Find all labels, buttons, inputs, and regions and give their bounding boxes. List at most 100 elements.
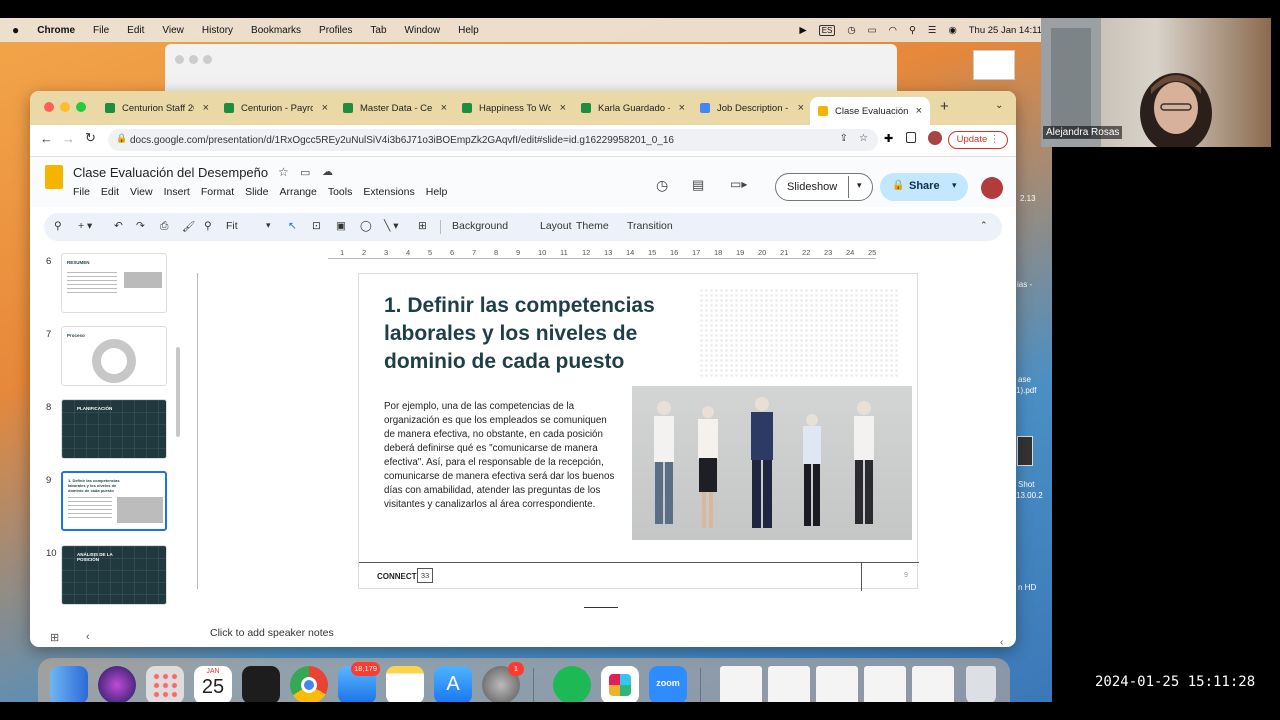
line-icon[interactable]: ╲ ▾	[384, 220, 399, 232]
zoom-window-icon[interactable]	[76, 102, 86, 112]
menu-help[interactable]: Help	[426, 186, 448, 198]
tab-close-icon[interactable]: ×	[916, 105, 922, 117]
collapse-toolbar-icon[interactable]: ⌃	[980, 220, 988, 231]
minimized-window-thumbnail[interactable]	[912, 666, 954, 702]
notes-resize-handle[interactable]	[584, 607, 618, 608]
version-history-icon[interactable]: ◷	[656, 177, 668, 194]
profile-avatar[interactable]	[928, 131, 942, 145]
theme-button[interactable]: Theme	[576, 220, 609, 232]
tab-close-icon[interactable]: ×	[679, 102, 685, 114]
tab-job-description[interactable]: Job Description - ×	[700, 97, 804, 119]
mail-icon[interactable]: 18,179	[338, 662, 380, 702]
notes-icon[interactable]	[386, 666, 424, 702]
menu-extensions[interactable]: Extensions	[363, 186, 414, 198]
image-icon[interactable]: ▣	[336, 220, 346, 232]
menubar-tab[interactable]: Tab	[370, 25, 386, 36]
bookmark-star-icon[interactable]: ☆	[859, 133, 868, 144]
spotify-icon[interactable]	[553, 666, 591, 702]
siri-icon[interactable]: ◉	[948, 25, 956, 36]
collapse-filmstrip-icon[interactable]: ‹	[86, 631, 90, 643]
update-button[interactable]: Update ⋮	[948, 131, 1008, 149]
chrome-icon[interactable]	[290, 666, 328, 702]
minimize-window-icon[interactable]	[60, 102, 70, 112]
tab-search-chevron-icon[interactable]: ⌄	[995, 100, 1003, 111]
slide-thumbnail[interactable]: Proceso	[61, 326, 167, 386]
menu-tools[interactable]: Tools	[328, 186, 353, 198]
input-source-indicator[interactable]: ES	[818, 24, 836, 36]
redo-icon[interactable]: ↷	[136, 220, 145, 232]
minimized-window-thumbnail[interactable]	[816, 666, 858, 702]
filmstrip-scrollbar[interactable]	[176, 347, 180, 437]
slide[interactable]: 1. Definir las competencias laborales y …	[358, 273, 919, 591]
menu-file[interactable]: File	[73, 186, 90, 198]
side-panel-collapse-icon[interactable]: ‹	[1000, 637, 1003, 647]
tab-master-data[interactable]: Master Data - Cer ×	[343, 97, 447, 119]
tab-centurion-payroll[interactable]: Centurion - Payro ×	[224, 97, 328, 119]
siri-icon[interactable]	[98, 666, 136, 702]
menu-insert[interactable]: Insert	[164, 186, 190, 198]
apple-icon[interactable]: ●	[12, 23, 19, 37]
back-icon[interactable]: ←	[40, 131, 53, 146]
cloud-status-icon[interactable]: ☁	[322, 165, 333, 178]
tab-happiness[interactable]: Happiness To Wo ×	[462, 97, 566, 119]
slide-thumbnail-selected[interactable]: 1. Definir las competencias laborales y …	[61, 471, 167, 531]
tab-close-icon[interactable]: ×	[441, 102, 447, 114]
reload-icon[interactable]: ↻	[85, 130, 96, 146]
calendar-icon[interactable]: JAN 25	[194, 666, 232, 702]
slide-title[interactable]: 1. Definir las competencias laborales y …	[384, 292, 724, 376]
menu-slide[interactable]: Slide	[245, 186, 268, 198]
zoom-app-icon[interactable]: zoom	[649, 666, 687, 702]
comment-icon[interactable]: ⊞	[418, 220, 427, 232]
slide-thumbnail[interactable]: PLANIFICACIÓN	[61, 399, 167, 459]
menu-view[interactable]: View	[130, 186, 153, 198]
speaker-notes[interactable]: Click to add speaker notes	[200, 621, 1008, 645]
menu-arrange[interactable]: Arrange	[279, 186, 316, 198]
app-store-icon[interactable]: A	[434, 666, 472, 702]
move-folder-icon[interactable]: ▭	[300, 166, 310, 179]
transition-button[interactable]: Transition	[627, 220, 673, 232]
select-tool-icon[interactable]: ↖	[288, 220, 297, 232]
paint-format-icon[interactable]: 🖌	[182, 220, 195, 233]
background-button[interactable]: Background	[452, 220, 508, 232]
slack-icon[interactable]	[601, 666, 639, 702]
minimized-window-thumbnail[interactable]	[768, 666, 810, 702]
undo-icon[interactable]: ↶	[114, 220, 123, 232]
user-avatar[interactable]	[981, 177, 1003, 199]
minimized-window-thumbnail[interactable]	[864, 666, 906, 702]
grid-view-icon[interactable]: ⊞	[50, 631, 59, 644]
tab-clase-evaluacion[interactable]: Clase Evaluación ×	[810, 97, 930, 125]
tab-close-icon[interactable]: ×	[560, 102, 566, 114]
new-tab-icon[interactable]: +	[940, 98, 949, 115]
shape-icon[interactable]: ◯	[360, 220, 372, 232]
zoom-dropdown-icon[interactable]: ▾	[266, 220, 271, 231]
menubar-file[interactable]: File	[93, 25, 109, 36]
layout-button[interactable]: Layout	[540, 220, 572, 232]
tab-close-icon[interactable]: ×	[322, 102, 328, 114]
zoom-participant-video[interactable]: Alejandra Rosas	[1041, 18, 1271, 147]
finder-icon[interactable]	[50, 666, 88, 702]
tab-centurion-staff[interactable]: Centurion Staff 20 ×	[105, 97, 209, 119]
share-page-icon[interactable]: ⇪	[840, 133, 848, 144]
menubar-clock[interactable]: Thu 25 Jan 14:11	[969, 25, 1042, 36]
people-photo[interactable]	[632, 386, 912, 540]
new-slide-icon[interactable]: + ▾	[78, 220, 92, 232]
trash-icon[interactable]	[966, 666, 996, 702]
zoom-select[interactable]: Fit	[226, 220, 238, 232]
menubar-edit[interactable]: Edit	[127, 25, 144, 36]
side-panel-icon[interactable]	[906, 132, 916, 143]
slide-thumbnail[interactable]: RESUMEN	[61, 253, 167, 313]
share-button[interactable]: 🔒 Share ▾	[880, 173, 968, 201]
menubar-bookmarks[interactable]: Bookmarks	[251, 25, 301, 36]
menu-format[interactable]: Format	[201, 186, 234, 198]
tab-close-icon[interactable]: ×	[203, 102, 209, 114]
menubar-view[interactable]: View	[162, 25, 184, 36]
desktop-file-icon[interactable]	[973, 50, 1015, 80]
menubar-profiles[interactable]: Profiles	[319, 25, 352, 36]
search-menus-icon[interactable]: ⚲	[54, 220, 62, 232]
menu-edit[interactable]: Edit	[101, 186, 119, 198]
time-machine-icon[interactable]: ◷	[847, 25, 855, 36]
control-center-icon[interactable]: ☰	[928, 25, 937, 36]
slides-logo-icon[interactable]	[45, 165, 63, 189]
text-box-icon[interactable]: ⊡	[312, 220, 321, 232]
comments-icon[interactable]: ▤	[692, 177, 704, 193]
